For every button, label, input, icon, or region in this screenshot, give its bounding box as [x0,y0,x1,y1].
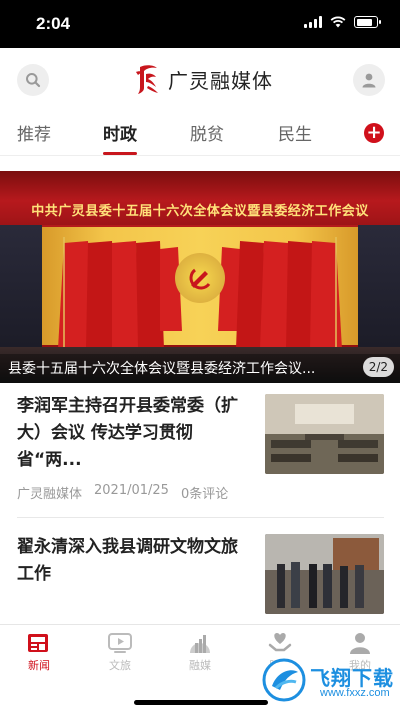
app-name: 广灵融媒体 [168,68,273,93]
site-watermark: 飞翔下载 www.fxxz.com [262,658,396,704]
status-time: 2:04 [36,14,71,33]
search-icon [26,73,41,88]
chart-icon [190,635,210,653]
user-icon [350,633,370,654]
app-brand: 广灵融媒体 [132,62,273,96]
status-icons [304,16,381,28]
search-button[interactable] [17,64,49,96]
app-header: 广灵融媒体 [0,48,400,110]
news-title: 李润军主持召开县委常委（扩大）会议 传达学习贯彻省“两... [17,396,238,470]
play-icon [108,633,132,653]
category-tabs: 推荐 时政 脱贫 民生 + [0,110,400,156]
nav-label: 文旅 [109,659,131,672]
plus-icon: + [366,122,382,143]
news-list-item[interactable]: 李润军主持召开县委常委（扩大）会议 传达学习贯彻省“两... 广灵融媒体 202… [0,383,400,517]
nav-culture-tourism[interactable]: 文旅 [90,631,150,673]
newspaper-icon [28,634,48,652]
home-indicator[interactable] [134,700,268,705]
nav-news[interactable]: 新闻 [9,631,69,673]
watermark-url: www.fxxz.com [320,687,390,699]
wifi-icon [330,16,346,28]
nav-media[interactable]: 融媒 [170,631,230,673]
news-meta: 广灵融媒体 2021/01/25 0条评论 [17,483,228,502]
tab-recommend[interactable]: 推荐 [17,120,51,145]
app-logo-icon [136,65,158,94]
news-title: 翟永清深入我县调研文物文旅工作 [17,537,238,584]
banner-carousel[interactable]: 中共广灵县委十五届十六次全体会议暨县委经济工作会议 县委十五届十六次全体会议暨县… [0,171,400,383]
tab-politics[interactable]: 时政 [103,120,137,145]
news-comment-count: 0条评论 [180,487,229,502]
party-emblem-icon [175,253,225,303]
tab-livelihood[interactable]: 民生 [278,120,312,145]
watermark-logo-icon [262,658,306,702]
profile-button[interactable] [353,64,385,96]
news-thumbnail [265,394,384,474]
user-icon [362,73,376,88]
news-date: 2021/01/25 [94,483,169,498]
news-list-item[interactable]: 翟永清深入我县调研文物文旅工作 [0,518,400,624]
heart-hand-icon [268,633,292,652]
add-channel-button[interactable]: + [364,123,384,143]
nav-label: 融媒 [189,659,211,672]
outdoor-visit-image [265,534,384,614]
status-bar: 2:04 [0,0,400,48]
news-thumbnail [265,534,384,614]
tab-poverty-relief[interactable]: 脱贫 [190,120,224,145]
cellular-signal-icon [304,16,322,28]
battery-icon [354,16,381,28]
banner-caption: 县委十五届十六次全体会议暨县委经济工作会议... [8,361,316,377]
news-source: 广灵融媒体 [17,487,83,502]
banner-page-indicator: 2/2 [362,357,394,377]
nav-label: 新闻 [28,659,50,672]
active-tab-indicator [103,152,137,155]
meeting-room-image [265,394,384,474]
